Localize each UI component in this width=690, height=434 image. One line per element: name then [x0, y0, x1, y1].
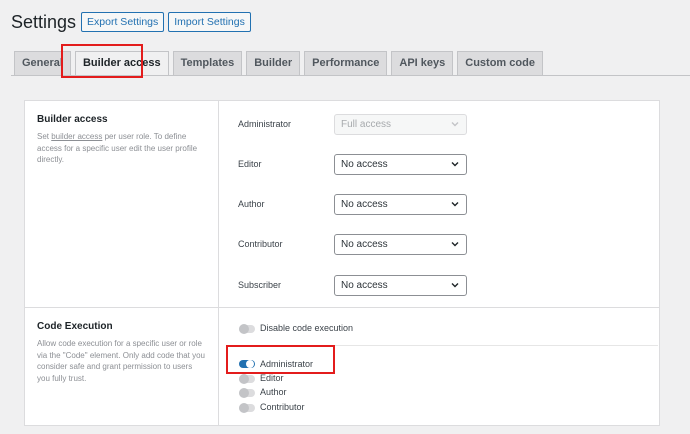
chevron-down-icon	[451, 242, 459, 247]
tab-builder[interactable]: Builder	[246, 51, 301, 75]
tab-custom-code[interactable]: Custom code	[457, 51, 543, 75]
select-value: No access	[341, 159, 388, 170]
editor-code-label: Editor	[260, 373, 284, 383]
highlight-box-tab	[61, 44, 143, 78]
settings-card: Builder access Set builder access per us…	[24, 100, 660, 426]
highlight-box-administrator	[226, 345, 335, 374]
chevron-down-icon	[451, 283, 459, 288]
select-value: No access	[341, 199, 388, 210]
builder-access-title: Builder access	[37, 114, 108, 125]
tab-templates[interactable]: Templates	[172, 51, 243, 75]
code-execution-title: Code Execution	[37, 321, 113, 332]
disable-code-execution-toggle[interactable]	[239, 324, 255, 334]
page-header: Settings Export Settings Import Settings	[11, 11, 255, 33]
role-label-subscriber: Subscriber	[238, 280, 282, 290]
role-label-author: Author	[238, 199, 265, 209]
select-value: No access	[341, 280, 388, 291]
select-value: No access	[341, 239, 388, 250]
role-label-administrator: Administrator	[238, 119, 292, 129]
author-code-label: Author	[260, 387, 287, 397]
page-title: Settings	[11, 12, 77, 32]
builder-access-description: Set builder access per user role. To def…	[37, 131, 207, 166]
editor-code-toggle[interactable]	[239, 374, 255, 384]
contributor-code-label: Contributor	[260, 402, 305, 412]
desc-prefix: Set	[37, 132, 52, 141]
contributor-code-toggle[interactable]	[239, 403, 255, 413]
code-execution-description: Allow code execution for a specific user…	[37, 339, 206, 383]
role-label-contributor: Contributor	[238, 239, 283, 249]
role-label-editor: Editor	[238, 159, 262, 169]
export-settings-button[interactable]: Export Settings	[81, 12, 165, 32]
builder-access-link[interactable]: builder access	[51, 132, 102, 141]
author-access-select[interactable]: No access	[334, 194, 467, 215]
select-value: Full access	[341, 119, 392, 130]
chevron-down-icon	[451, 202, 459, 207]
disable-code-execution-label: Disable code execution	[260, 323, 354, 333]
tab-performance[interactable]: Performance	[304, 51, 388, 75]
section-divider	[25, 307, 659, 308]
tab-api-keys[interactable]: API keys	[391, 51, 454, 75]
administrator-access-select: Full access	[334, 114, 467, 135]
author-code-toggle[interactable]	[239, 388, 255, 398]
chevron-down-icon	[451, 122, 459, 127]
contributor-access-select[interactable]: No access	[334, 234, 467, 255]
editor-access-select[interactable]: No access	[334, 154, 467, 175]
subscriber-access-select[interactable]: No access	[334, 275, 467, 296]
chevron-down-icon	[451, 162, 459, 167]
import-settings-button[interactable]: Import Settings	[168, 12, 251, 32]
column-divider	[218, 101, 219, 425]
